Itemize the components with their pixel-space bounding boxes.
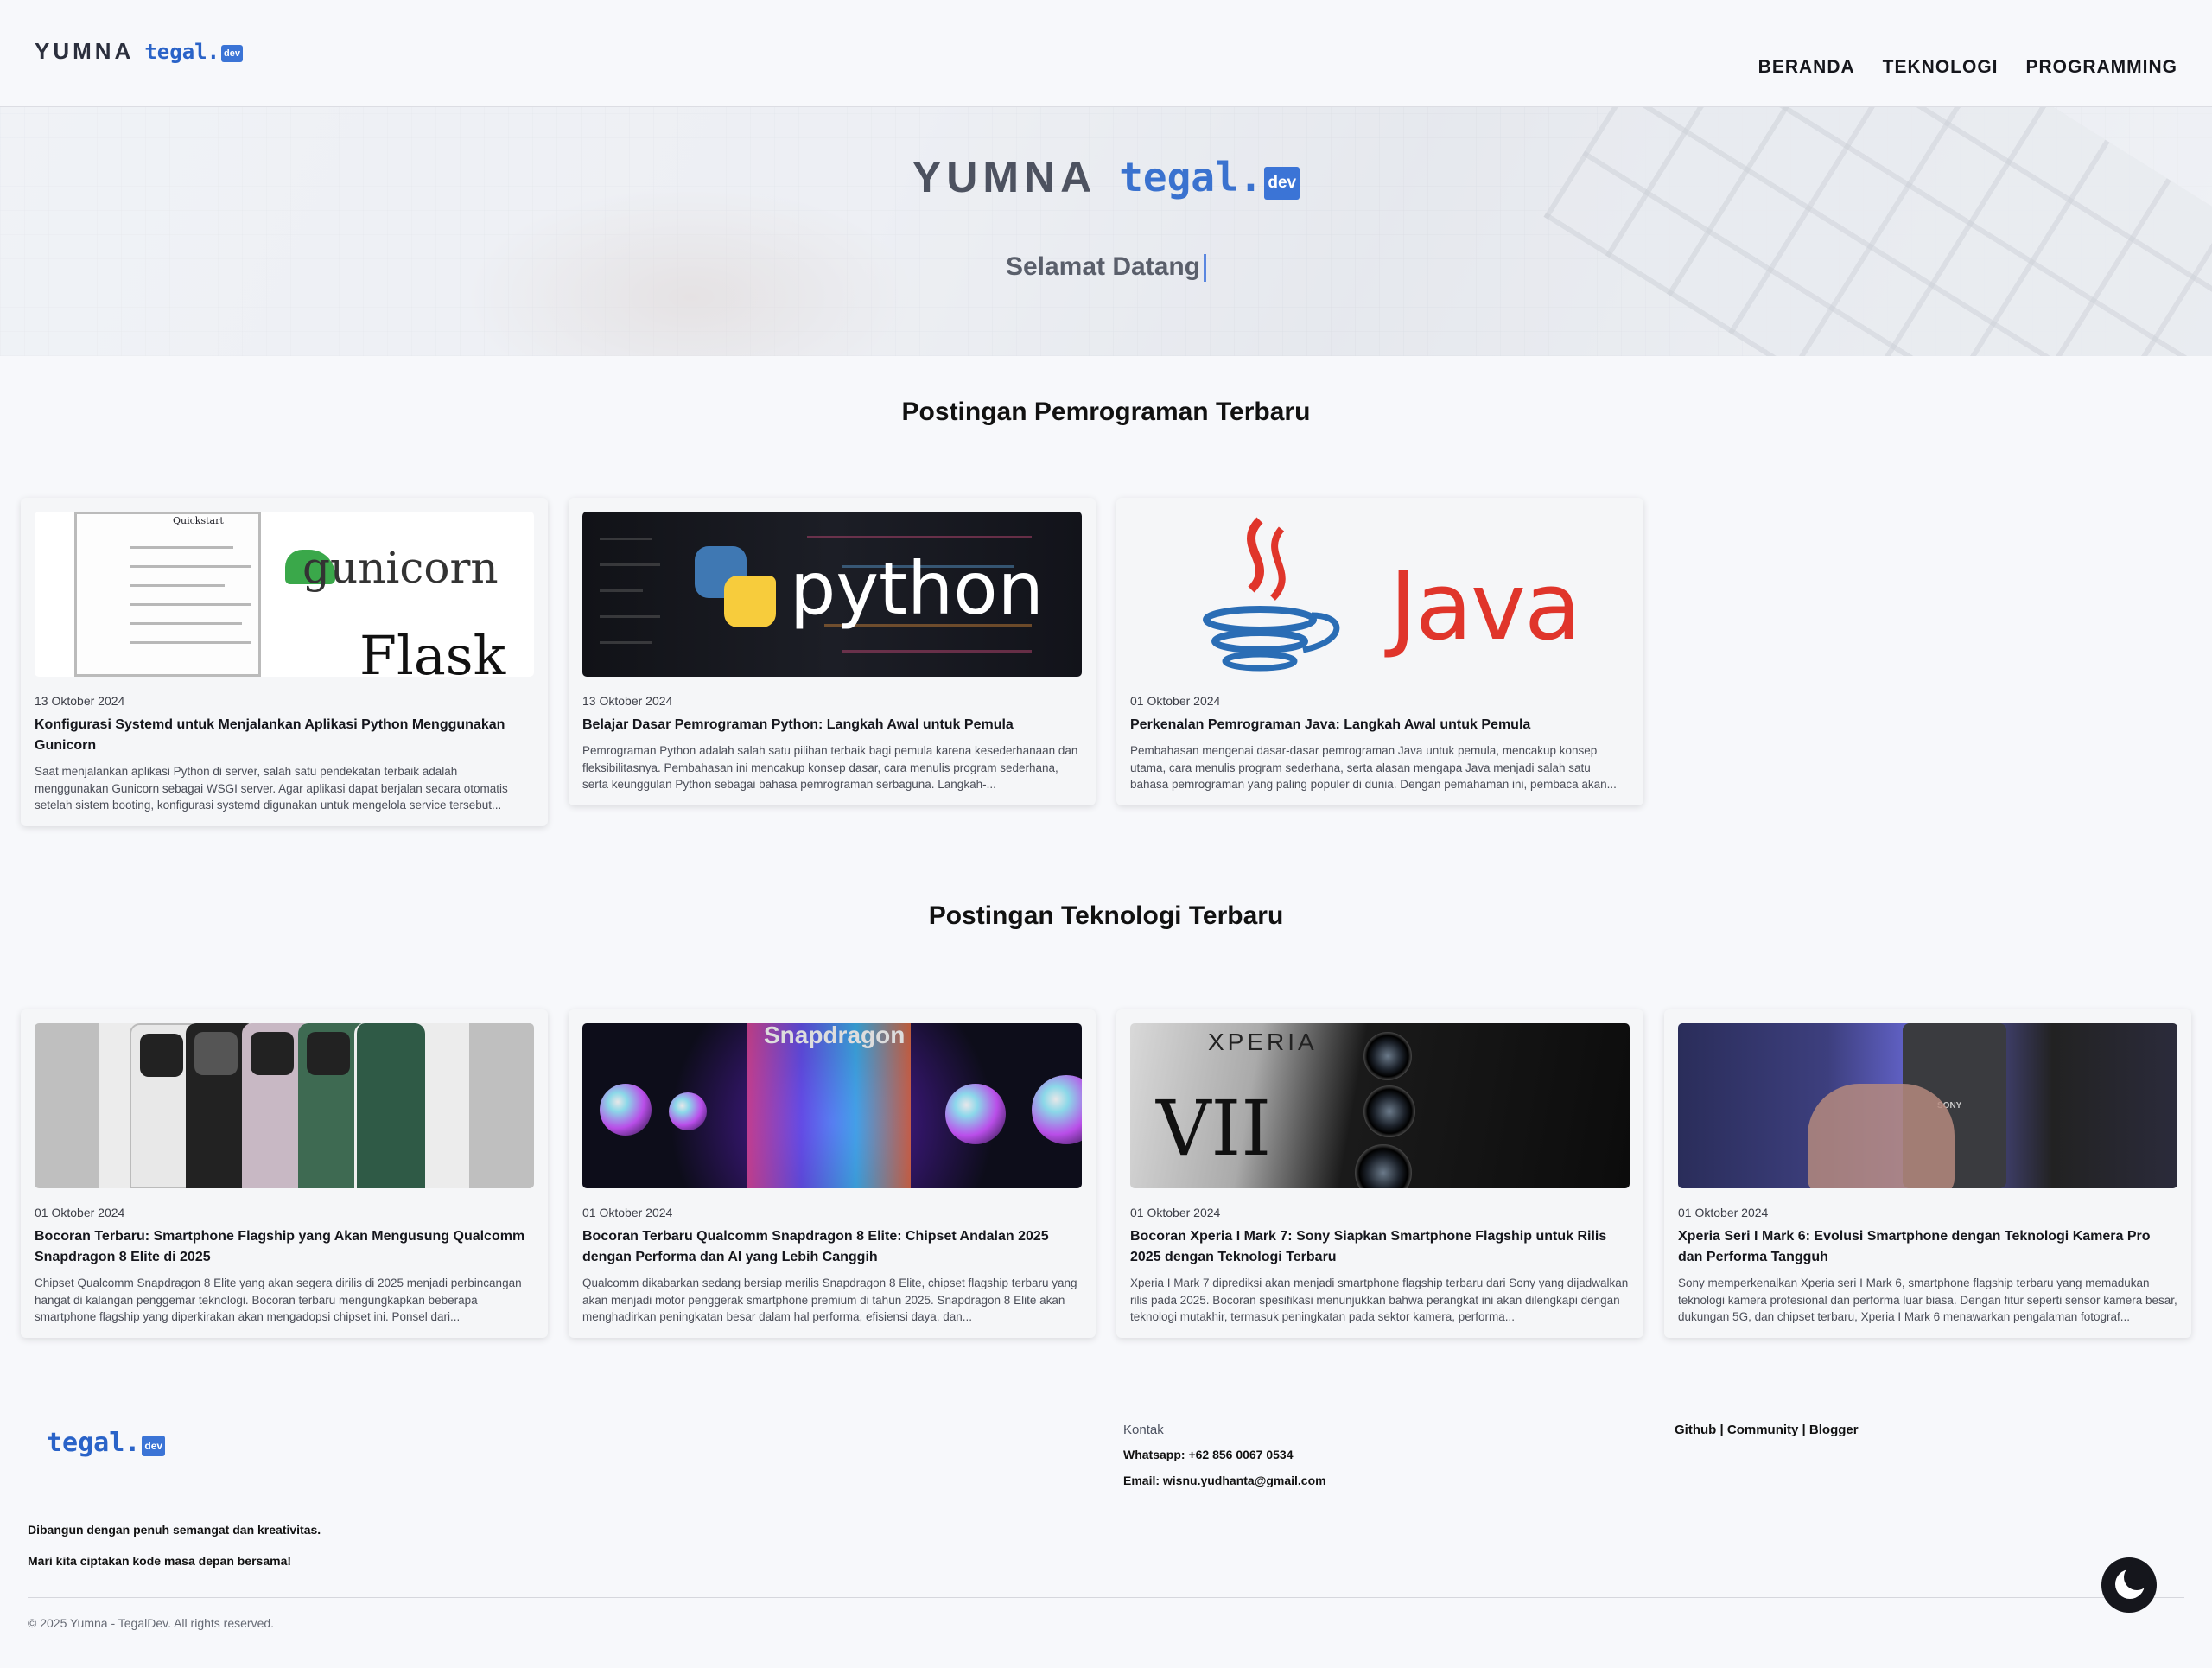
post-image-xperia-mark7: XPERIA VII	[1130, 1023, 1630, 1188]
post-excerpt: Chipset Qualcomm Snapdragon 8 Elite yang…	[35, 1276, 522, 1323]
post-date: 01 Oktober 2024	[1130, 1206, 1221, 1219]
post-title[interactable]: Bocoran Terbaru Qualcomm Snapdragon 8 El…	[582, 1226, 1082, 1268]
footer-divider	[28, 1597, 2184, 1598]
hero-logo-yumna: YUMNA	[912, 153, 1097, 201]
contact-whatsapp[interactable]: Whatsapp: +62 856 0067 0534	[1123, 1448, 1326, 1461]
footer-links: Github | Community | Blogger	[1675, 1423, 1859, 1437]
hero-welcome-text: Selamat Datang	[0, 252, 2212, 283]
nav-link-teknologi[interactable]: TEKNOLOGI	[1883, 57, 1999, 78]
hero-logo: YUMNA tegal. dev	[0, 152, 2212, 202]
post-excerpt: Pemrograman Python adalah salah satu pil…	[582, 744, 1078, 791]
post-card[interactable]: SONY 01 Oktober 2024 Xperia Seri I Mark …	[1664, 1009, 2191, 1338]
main-nav: BERANDA TEKNOLOGI PROGRAMMING	[1758, 57, 2177, 78]
footer-logo-dev: dev	[142, 1435, 166, 1456]
post-excerpt: Xperia I Mark 7 diprediksi akan menjadi …	[1130, 1276, 1629, 1323]
hero-banner: YUMNA tegal. dev Selamat Datang	[0, 107, 2212, 356]
post-date: 01 Oktober 2024	[1130, 694, 1221, 708]
post-date: 13 Oktober 2024	[582, 694, 673, 708]
welcome-typed-text: Selamat Datang	[1005, 252, 1201, 281]
programming-section-title: Postingan Pemrograman Terbaru	[901, 398, 1311, 426]
post-card[interactable]: XPERIA VII 01 Oktober 2024 Bocoran Xperi…	[1116, 1009, 1643, 1338]
footer-link-community[interactable]: Community	[1727, 1423, 1799, 1437]
post-title[interactable]: Belajar Dasar Pemrograman Python: Langka…	[582, 715, 1082, 735]
post-excerpt: Saat menjalankan aplikasi Python di serv…	[35, 765, 508, 812]
technology-section-title: Postingan Teknologi Terbaru	[928, 901, 1284, 930]
post-card[interactable]: 01 Oktober 2024 Bocoran Terbaru: Smartph…	[21, 1009, 548, 1338]
logo-tegal-text: tegal.	[144, 39, 220, 64]
copyright-text: © 2025 Yumna - TegalDev. All rights rese…	[28, 1616, 275, 1630]
footer-link-github[interactable]: Github	[1675, 1423, 1716, 1437]
post-date: 13 Oktober 2024	[35, 694, 125, 708]
post-card[interactable]: python 13 Oktober 2024 Belajar Dasar Pem…	[569, 498, 1096, 805]
post-card[interactable]: Java 01 Oktober 2024 Perkenalan Pemrogra…	[1116, 498, 1643, 805]
logo-yumna-text: YUMNA	[35, 38, 135, 64]
post-image-smartphones	[35, 1023, 534, 1188]
logo-dev-badge: dev	[221, 44, 244, 62]
hero-logo-dev: dev	[1264, 167, 1300, 200]
site-logo[interactable]: YUMNA tegal. dev	[35, 38, 244, 65]
post-image-python: python	[582, 512, 1082, 677]
navbar: YUMNA tegal. dev BERANDA TEKNOLOGI PROGR…	[0, 0, 2212, 107]
post-title[interactable]: Konfigurasi Systemd untuk Menjalankan Ap…	[35, 715, 534, 756]
post-card[interactable]: Snapdragon 01 Oktober 2024 Bocoran Terba…	[569, 1009, 1096, 1338]
post-title[interactable]: Perkenalan Pemrograman Java: Langkah Awa…	[1130, 715, 1630, 735]
link-separator: |	[1716, 1423, 1727, 1437]
post-image-java: Java	[1130, 512, 1630, 677]
typing-caret	[1204, 254, 1207, 283]
post-title[interactable]: Bocoran Xperia I Mark 7: Sony Siapkan Sm…	[1130, 1226, 1630, 1268]
post-image-snapdragon: Snapdragon	[582, 1023, 1082, 1188]
footer-contact: Kontak Whatsapp: +62 856 0067 0534 Email…	[1123, 1423, 1326, 1499]
post-card[interactable]: Quickstart gunicorn Flask 13 Oktober 202…	[21, 498, 548, 826]
post-date: 01 Oktober 2024	[1678, 1206, 1769, 1219]
footer-logo-tegal: tegal.	[47, 1428, 141, 1458]
contact-email[interactable]: Email: wisnu.yudhanta@gmail.com	[1123, 1474, 1326, 1487]
footer-logo[interactable]: tegal. dev	[47, 1428, 166, 1458]
theme-toggle-button[interactable]	[2101, 1557, 2157, 1613]
python-logo-icon	[695, 546, 776, 627]
post-excerpt: Pembahasan mengenai dasar-dasar pemrogra…	[1130, 744, 1617, 791]
post-excerpt: Sony memperkenalkan Xperia seri I Mark 6…	[1678, 1276, 2177, 1323]
post-image-gunicorn-flask: Quickstart gunicorn Flask	[35, 512, 534, 677]
post-date: 01 Oktober 2024	[582, 1206, 673, 1219]
nav-link-programming[interactable]: PROGRAMMING	[2026, 57, 2178, 78]
footer-tagline-1: Dibangun dengan penuh semangat dan kreat…	[28, 1523, 321, 1537]
post-image-xperia-mark6: SONY	[1678, 1023, 2177, 1188]
footer-link-blogger[interactable]: Blogger	[1809, 1423, 1859, 1437]
nav-link-beranda[interactable]: BERANDA	[1758, 57, 1855, 78]
post-title[interactable]: Xperia Seri I Mark 6: Evolusi Smartphone…	[1678, 1226, 2177, 1268]
post-title[interactable]: Bocoran Terbaru: Smartphone Flagship yan…	[35, 1226, 534, 1268]
footer-tagline-2: Mari kita ciptakan kode masa depan bersa…	[28, 1554, 292, 1568]
post-date: 01 Oktober 2024	[35, 1206, 125, 1219]
hero-logo-tegal: tegal.	[1119, 154, 1263, 201]
post-excerpt: Qualcomm dikabarkan sedang bersiap meril…	[582, 1276, 1077, 1323]
contact-label: Kontak	[1123, 1423, 1164, 1437]
link-separator: |	[1798, 1423, 1809, 1437]
